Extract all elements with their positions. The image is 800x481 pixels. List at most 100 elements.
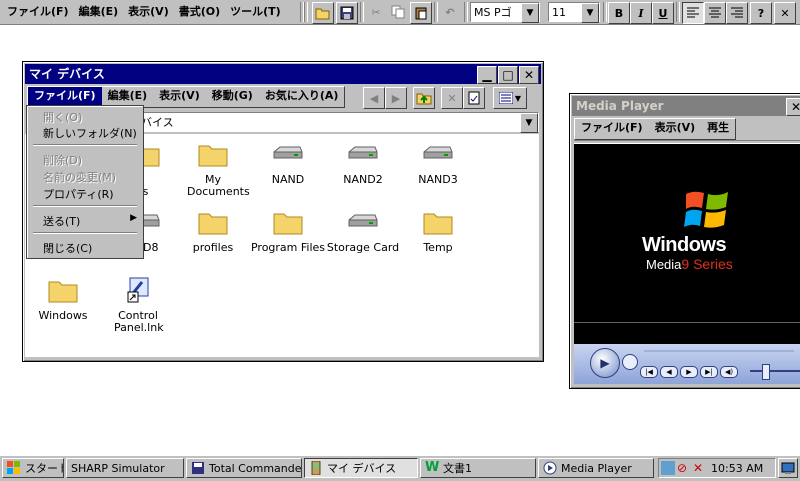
- menu-separator: [33, 205, 137, 207]
- item-temp[interactable]: Temp: [400, 208, 476, 254]
- delete-icon[interactable]: ✕: [441, 87, 463, 109]
- windows-logo-icon: [7, 461, 20, 474]
- volume-slider[interactable]: [750, 370, 800, 372]
- start-button[interactable]: スタート: [2, 458, 64, 478]
- help-button[interactable]: ?: [750, 2, 772, 24]
- view-mode-icon[interactable]: ▼: [493, 87, 527, 109]
- volume-thumb[interactable]: [762, 364, 770, 380]
- close-icon[interactable]: ✕: [774, 2, 796, 24]
- media-logo-text: Media9 Series: [646, 256, 733, 272]
- properties-icon[interactable]: [463, 87, 485, 109]
- bold-button[interactable]: B: [608, 2, 630, 24]
- drive-icon: [347, 140, 379, 168]
- toolbar-separator: [464, 2, 468, 22]
- item-my-documents[interactable]: My Documents: [175, 140, 251, 198]
- task-document1[interactable]: W 文書1: [420, 458, 536, 478]
- copy-icon[interactable]: [388, 2, 408, 22]
- clock[interactable]: 10:53 AM: [711, 462, 763, 475]
- font-name-select[interactable]: MS Pゴ ▼: [470, 2, 540, 23]
- drive-icon: [422, 140, 454, 168]
- menu-file[interactable]: ファイル(F): [2, 2, 74, 22]
- keyboard-icon[interactable]: [661, 461, 675, 475]
- task-media-player[interactable]: Media Player: [538, 458, 654, 478]
- play-button[interactable]: ▶: [590, 348, 620, 378]
- item-control-panel[interactable]: Control Panel.lnk: [100, 276, 176, 334]
- maximize-icon[interactable]: □: [498, 66, 518, 84]
- item-nand3[interactable]: NAND3: [400, 140, 476, 186]
- menu-item-new-folder[interactable]: 新しいフォルダ(N): [43, 125, 137, 141]
- open-icon[interactable]: [312, 2, 334, 24]
- menu-file[interactable]: ファイル(F): [575, 119, 649, 139]
- menu-item-send-to[interactable]: 送る(T): [43, 213, 80, 229]
- save-icon[interactable]: [336, 2, 358, 24]
- menu-go[interactable]: 移動(G): [206, 87, 259, 107]
- media-player-titlebar[interactable]: Media Player ✕: [572, 96, 800, 116]
- previous-icon[interactable]: |◀: [640, 366, 658, 378]
- menu-play[interactable]: 再生: [701, 119, 735, 139]
- no-connection-icon[interactable]: ⊘: [677, 461, 691, 475]
- item-label: Windows: [38, 309, 88, 322]
- align-center-icon[interactable]: [704, 2, 726, 24]
- menu-item-delete[interactable]: 削除(D): [43, 152, 82, 168]
- task-total-commander[interactable]: Total Commande...: [186, 458, 302, 478]
- menu-view[interactable]: 表示(V): [649, 119, 702, 139]
- forward-icon[interactable]: ▶: [385, 87, 407, 109]
- menu-item-open[interactable]: 開く(O): [43, 109, 82, 125]
- italic-button[interactable]: I: [630, 2, 652, 24]
- explorer-titlebar[interactable]: マイ デバイス ▁ □ ✕: [25, 64, 541, 84]
- start-label: スタート: [25, 462, 63, 475]
- minimize-icon[interactable]: ▁: [477, 66, 497, 84]
- network-off-icon[interactable]: ✕: [693, 461, 707, 475]
- next-icon[interactable]: ▶|: [700, 366, 718, 378]
- font-size-select[interactable]: 11 ▼: [548, 2, 600, 23]
- seek-bar[interactable]: [644, 350, 794, 352]
- item-label: Temp: [423, 241, 453, 254]
- fast-forward-icon[interactable]: ▶: [680, 366, 698, 378]
- item-nand2[interactable]: NAND2: [325, 140, 401, 186]
- menu-tools[interactable]: ツール(T): [225, 2, 286, 22]
- item-storage-card[interactable]: Storage Card: [325, 208, 401, 254]
- item-profiles[interactable]: profiles: [175, 208, 251, 254]
- dropdown-arrow-icon[interactable]: ▼: [520, 113, 538, 133]
- media-player-window: Media Player ✕ ファイル(F) 表示(V) 再生 Windows …: [569, 93, 800, 389]
- item-label: Control Panel.lnk: [114, 309, 164, 334]
- menu-view[interactable]: 表示(V): [123, 2, 174, 22]
- menu-view[interactable]: 表示(V): [153, 87, 206, 107]
- menu-format[interactable]: 書式(O): [174, 2, 225, 22]
- menu-file[interactable]: ファイル(F): [28, 87, 102, 107]
- item-nand[interactable]: NAND: [250, 140, 326, 186]
- item-program-files[interactable]: Program Files: [250, 208, 326, 254]
- task-label: Total Commande...: [209, 461, 302, 475]
- mute-icon[interactable]: ◀): [720, 366, 738, 378]
- folder-icon: [197, 140, 229, 168]
- dropdown-arrow-icon[interactable]: ▼: [521, 3, 539, 23]
- menu-item-rename[interactable]: 名前の変更(M): [43, 169, 116, 185]
- menu-item-properties[interactable]: プロパティ(R): [43, 186, 114, 202]
- task-sharp-simulator[interactable]: SHARP Simulator: [66, 458, 184, 478]
- media-player-icon: [543, 461, 557, 475]
- font-size-value: 11: [552, 5, 566, 19]
- show-desktop-button[interactable]: [778, 458, 798, 478]
- align-left-icon[interactable]: [682, 2, 704, 24]
- menu-edit[interactable]: 編集(E): [102, 87, 154, 107]
- stop-button[interactable]: [622, 354, 638, 370]
- drive-icon: [272, 140, 304, 168]
- menu-edit[interactable]: 編集(E): [74, 2, 124, 22]
- close-icon[interactable]: ✕: [786, 98, 800, 116]
- underline-button[interactable]: U: [652, 2, 674, 24]
- menu-item-close[interactable]: 閉じる(C): [43, 240, 92, 256]
- rewind-icon[interactable]: ◀: [660, 366, 678, 378]
- task-my-device[interactable]: マイ デバイス: [304, 458, 418, 478]
- back-icon[interactable]: ◀: [363, 87, 385, 109]
- toolbar-separator: [360, 2, 364, 22]
- cut-icon[interactable]: ✂: [366, 2, 386, 22]
- align-right-icon[interactable]: [726, 2, 748, 24]
- font-name-value: MS Pゴ: [474, 6, 512, 19]
- dropdown-arrow-icon[interactable]: ▼: [581, 3, 599, 23]
- item-windows[interactable]: Windows: [25, 276, 101, 322]
- paste-icon[interactable]: [410, 2, 432, 24]
- up-folder-icon[interactable]: [413, 87, 435, 109]
- undo-icon[interactable]: ↶: [440, 2, 460, 22]
- close-icon[interactable]: ✕: [519, 66, 539, 84]
- menu-favorites[interactable]: お気に入り(A): [259, 87, 345, 107]
